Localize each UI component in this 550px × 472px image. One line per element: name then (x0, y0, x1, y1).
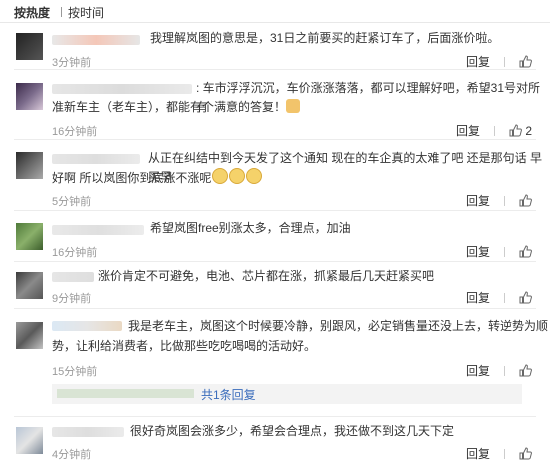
reply-button[interactable]: 回复 (466, 192, 490, 209)
comment-time: 15分钟前 (52, 366, 98, 378)
comment-time: 9分钟前 (52, 293, 92, 305)
action-divider (504, 57, 505, 67)
like-button[interactable]: 2 (509, 124, 532, 138)
thumbs-up-icon (519, 447, 532, 460)
comment-item: 希望岚图free别涨太多，合理点，加油 16分钟前 回复 (0, 211, 550, 262)
comment-actions: 回复 (452, 445, 532, 462)
comment-text: 涨价肯定不可避免，电池、芯片都在涨，抓紧最后几天赶紧买吧 (98, 269, 435, 283)
avatar[interactable] (16, 83, 43, 110)
comment-actions: 回复 (452, 192, 532, 209)
username-blurred (52, 272, 94, 282)
reply-button[interactable]: 回复 (466, 289, 490, 306)
comment-item: 涨价肯定不可避免，电池、芯片都在涨，抓紧最后几天赶紧买吧 9分钟前 回复 (0, 262, 550, 309)
username-blurred (52, 35, 140, 45)
cat-emoji-icon (229, 168, 246, 184)
reply-button[interactable]: 回复 (466, 53, 490, 70)
reply-button[interactable]: 回复 (466, 445, 490, 462)
comment-actions: 回复 2 (442, 122, 532, 139)
comment-actions: 回复 (452, 289, 532, 306)
comment-item: 很好奇岚图会涨多少，希望会合理点，我还做不到这几天下定 4分钟前 回复 (0, 417, 550, 472)
thumbs-up-icon (509, 124, 522, 137)
thumbs-up-icon (519, 245, 532, 258)
cat-emoji-icon (212, 168, 229, 184)
thumbs-up-icon (519, 194, 532, 207)
like-button[interactable] (519, 55, 532, 69)
username-blurred (52, 427, 124, 437)
comment-actions: 回复 (452, 243, 532, 260)
username-blurred (52, 321, 122, 331)
comment-actions: 回复 (452, 53, 532, 70)
comment-text-line: 准新车主（老车主），都能有个满意的答复！ (52, 100, 287, 114)
comment-text: 准新车主（老车主），都能有个满意的答复！ (52, 98, 301, 117)
comment-text: 我理解岚图的意思是，31日之前要买的赶紧订车了，后面涨价啦。 (150, 31, 500, 45)
reply-button[interactable]: 回复 (466, 243, 490, 260)
comment-time: 4分钟前 (52, 449, 92, 461)
username-blurred (52, 154, 140, 164)
thumbs-up-icon (519, 291, 532, 304)
comment-time: 3分钟前 (52, 57, 92, 69)
reply-button[interactable]: 回复 (456, 122, 480, 139)
comment-item: 从正在纠结中到今天发了这个通知 现在的车企真的太难了吧 还是那句话 早买早 好啊… (0, 140, 550, 211)
comment-text: 希望岚图free别涨太多，合理点，加油 (150, 221, 351, 235)
like-button[interactable] (519, 291, 532, 305)
action-divider (493, 126, 495, 136)
avatar[interactable] (16, 322, 43, 349)
like-count: 2 (525, 124, 532, 138)
comment-time: 16分钟前 (52, 126, 98, 138)
tab-by-hot[interactable]: 按热度 (14, 4, 50, 21)
action-divider (504, 293, 505, 303)
avatar[interactable] (16, 272, 43, 299)
thumbs-up-icon (519, 55, 532, 68)
thumbs-up-icon (519, 364, 532, 377)
comment-text: 好啊 所以岚图你到底涨不涨呢 (52, 168, 263, 188)
like-button[interactable] (519, 194, 532, 208)
reply-button[interactable]: 回复 (466, 362, 490, 379)
reply-preview-blurred (57, 389, 194, 398)
comment-time: 16分钟前 (52, 247, 98, 259)
comment-text-line: 好啊 所以岚图你到底涨不涨呢 (52, 171, 212, 185)
avatar[interactable] (16, 33, 43, 60)
comment-time: 5分钟前 (52, 196, 92, 208)
action-divider (504, 247, 505, 257)
comment-item: : 车市浮浮沉沉，车价涨涨落落，都可以理解好吧，希望31号对所有 准新车主（老车… (0, 70, 550, 140)
sort-tabs: 按热度 按时间 (0, 0, 550, 23)
like-button[interactable] (519, 364, 532, 378)
show-replies-link[interactable]: 共1条回复 (201, 386, 256, 403)
thumbs-up-emoji-icon (286, 99, 301, 113)
comment-text: 我是老车主，岚图这个时候要冷静，别跟风，必定销售量还没上去，转逆势为顺 (128, 319, 549, 333)
like-button[interactable] (519, 245, 532, 259)
like-button[interactable] (519, 447, 532, 461)
comment-text: 势，让利给消费者，比做那些吃吃喝喝的活动好。 (52, 339, 317, 353)
username-blurred (52, 225, 144, 235)
avatar[interactable] (16, 223, 43, 250)
cat-emoji-icon (246, 168, 263, 184)
action-divider (504, 196, 505, 206)
action-divider (504, 449, 505, 459)
tab-by-time[interactable]: 按时间 (68, 4, 104, 21)
comment-item: 我理解岚图的意思是，31日之前要买的赶紧订车了，后面涨价啦。 3分钟前 回复 (0, 23, 550, 70)
avatar[interactable] (16, 152, 43, 179)
avatar[interactable] (16, 427, 43, 454)
action-divider (504, 366, 505, 376)
comment-text: 很好奇岚图会涨多少，希望会合理点，我还做不到这几天下定 (130, 424, 455, 438)
username-blurred (52, 84, 192, 94)
comment-actions: 回复 (452, 362, 532, 379)
tab-divider (61, 7, 62, 17)
